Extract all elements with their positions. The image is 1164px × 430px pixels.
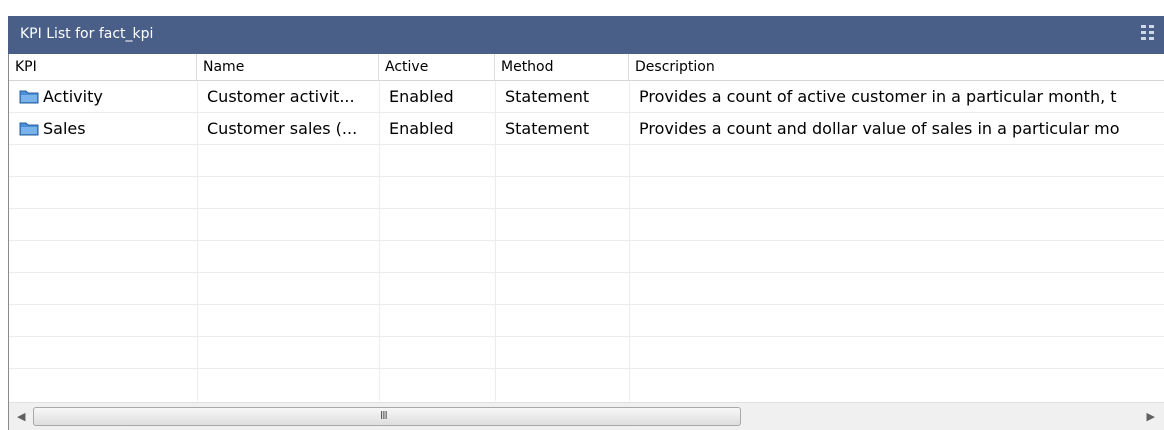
- scrollbar-thumb[interactable]: III: [33, 407, 741, 426]
- empty-row: [9, 209, 1164, 241]
- cell-method: Statement: [505, 87, 590, 106]
- cell-description: Provides a count of active customer in a…: [639, 87, 1117, 106]
- column-header-description[interactable]: Description: [629, 54, 1164, 80]
- list-header: KPI Name Active Method Description: [9, 54, 1164, 81]
- table-row-activity[interactable]: Activity Customer activit... Enabled Sta…: [9, 81, 1164, 113]
- grip-dots-icon[interactable]: [1140, 23, 1156, 43]
- horizontal-scrollbar[interactable]: ◀ III ▶: [9, 402, 1164, 430]
- empty-row: [9, 369, 1164, 401]
- column-header-name[interactable]: Name: [197, 54, 379, 80]
- kpi-label: Activity: [43, 87, 103, 106]
- empty-row: [9, 273, 1164, 305]
- panel-title: KPI List for fact_kpi: [20, 26, 154, 42]
- column-header-active[interactable]: Active: [379, 54, 495, 80]
- empty-row: [9, 305, 1164, 337]
- cell-method: Statement: [505, 119, 590, 138]
- cell-kpi: Sales: [9, 113, 197, 144]
- kpi-list-view[interactable]: KPI Name Active Method Description Activ…: [8, 54, 1164, 430]
- cell-active: Enabled: [389, 87, 454, 106]
- empty-row: [9, 337, 1164, 369]
- scroll-left-icon[interactable]: ◀: [17, 410, 25, 423]
- cell-kpi: Activity: [9, 81, 197, 112]
- cell-name: Customer activit...: [207, 87, 355, 106]
- kpi-list-panel: KPI List for fact_kpi KPI Name Active Me…: [8, 16, 1164, 430]
- thumb-grip-icon: III: [380, 409, 388, 422]
- empty-row: [9, 241, 1164, 273]
- folder-icon: [19, 90, 39, 104]
- panel-titlebar: KPI List for fact_kpi: [8, 16, 1164, 54]
- cell-description: Provides a count and dollar value of sal…: [639, 119, 1120, 138]
- empty-row: [9, 145, 1164, 177]
- column-header-kpi[interactable]: KPI: [9, 54, 197, 80]
- column-header-method[interactable]: Method: [495, 54, 629, 80]
- cell-active: Enabled: [389, 119, 454, 138]
- scroll-right-icon[interactable]: ▶: [1147, 410, 1155, 423]
- table-row-sales[interactable]: Sales Customer sales (... Enabled Statem…: [9, 113, 1164, 145]
- folder-icon: [19, 122, 39, 136]
- cell-name: Customer sales (...: [207, 119, 358, 138]
- empty-row: [9, 177, 1164, 209]
- kpi-label: Sales: [43, 119, 86, 138]
